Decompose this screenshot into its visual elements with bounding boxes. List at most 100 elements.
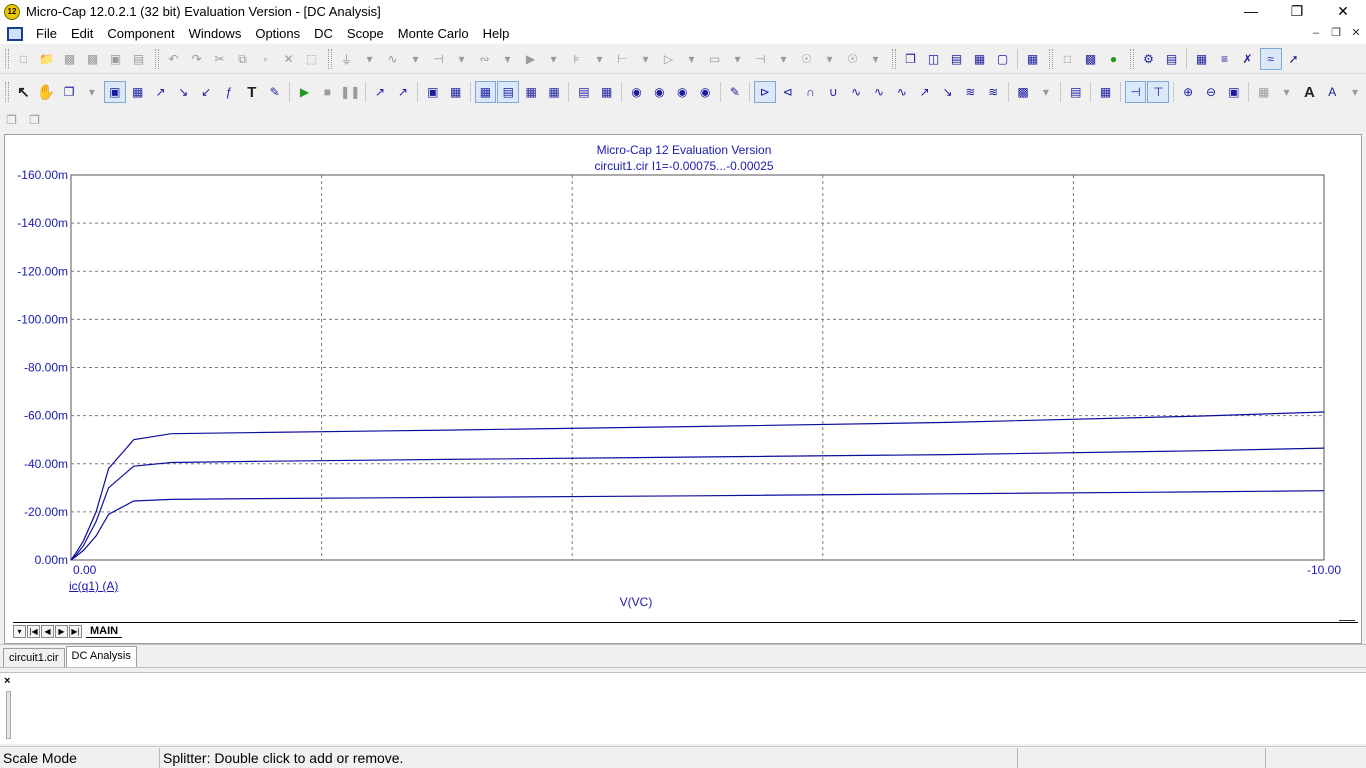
layout-grid-icon[interactable]: ▦ bbox=[1253, 81, 1275, 103]
dropdown-icon[interactable]: ▾ bbox=[497, 48, 519, 70]
toolbar-grip[interactable] bbox=[1130, 49, 1134, 69]
splitter-handle[interactable] bbox=[1339, 620, 1355, 621]
redo-icon[interactable]: ↷ bbox=[186, 48, 208, 70]
align-vertical-icon[interactable]: ⊤ bbox=[1147, 81, 1170, 103]
dropdown-icon[interactable]: ▾ bbox=[773, 48, 795, 70]
menu-edit[interactable]: Edit bbox=[64, 23, 100, 44]
menu-dc[interactable]: DC bbox=[307, 23, 340, 44]
numeric-output-icon[interactable]: ≡ bbox=[1214, 48, 1236, 70]
dropdown-icon[interactable]: ▾ bbox=[405, 48, 427, 70]
properties-icon[interactable]: ⚙ bbox=[1138, 48, 1160, 70]
cursor-fall-icon[interactable]: ↘ bbox=[937, 81, 959, 103]
edit-properties-icon[interactable]: ✎ bbox=[724, 81, 746, 103]
dropdown-icon[interactable]: ▾ bbox=[543, 48, 565, 70]
zoom-region-icon[interactable]: ◉ bbox=[671, 81, 693, 103]
mosfet-icon[interactable]: ⊢ bbox=[612, 48, 634, 70]
toolbar-grip[interactable] bbox=[328, 49, 332, 69]
zoom-window-icon[interactable]: ◉ bbox=[648, 81, 670, 103]
copy-plot-icon[interactable]: ❐ bbox=[1, 109, 23, 131]
inductor-icon[interactable]: ∾ bbox=[474, 48, 496, 70]
dropdown-icon[interactable]: ▾ bbox=[1276, 81, 1298, 103]
plot-area[interactable]: 0.00m -20.00m -40.00m -60.00m -80.00m -100.00… bbox=[5, 135, 1361, 621]
tools-icon[interactable]: ✗ bbox=[1237, 48, 1259, 70]
scale-mode-icon[interactable]: ▣ bbox=[103, 81, 126, 103]
toolbar-grip[interactable] bbox=[5, 82, 9, 102]
next-tab-button[interactable]: ▶ bbox=[55, 625, 68, 638]
opamp-icon[interactable]: ▷ bbox=[658, 48, 680, 70]
dropdown-icon[interactable]: ▾ bbox=[451, 48, 473, 70]
tile-vertical-icon[interactable]: ◫ bbox=[923, 48, 945, 70]
baseline-icon[interactable]: ▤ bbox=[573, 81, 595, 103]
last-tab-button[interactable]: ▶| bbox=[69, 625, 82, 638]
diode-icon[interactable]: ▶ bbox=[520, 48, 542, 70]
tab-menu-button[interactable]: ▾ bbox=[13, 625, 26, 638]
zoom-in-icon[interactable]: ⊕ bbox=[1177, 81, 1199, 103]
stepping-icon[interactable]: ➚ bbox=[1283, 48, 1305, 70]
toolbar-grip[interactable] bbox=[5, 49, 9, 69]
menu-monte-carlo[interactable]: Monte Carlo bbox=[391, 23, 476, 44]
page-icon[interactable]: □ bbox=[1057, 48, 1079, 70]
text-icon[interactable]: T bbox=[241, 81, 263, 103]
cursor-inflection-icon[interactable]: ∿ bbox=[845, 81, 867, 103]
print-preview-icon[interactable]: ▣ bbox=[105, 48, 127, 70]
menu-scope[interactable]: Scope bbox=[340, 23, 391, 44]
align-horizontal-icon[interactable]: ⊣ bbox=[1124, 81, 1147, 103]
data-points-icon[interactable]: ▣ bbox=[422, 81, 444, 103]
dropdown-icon[interactable]: ▾ bbox=[1344, 81, 1366, 103]
cursor-rise-icon[interactable]: ↗ bbox=[914, 81, 936, 103]
output-window-icon[interactable]: ▤ bbox=[1161, 48, 1183, 70]
previous-tab-button[interactable]: ◀ bbox=[41, 625, 54, 638]
horizontal-grid-icon[interactable]: ▦ bbox=[596, 81, 618, 103]
new-file-icon[interactable]: □ bbox=[13, 48, 35, 70]
cursor-global-high-icon[interactable]: ∿ bbox=[868, 81, 890, 103]
run-icon[interactable]: ▶ bbox=[294, 81, 316, 103]
zoom-reset-icon[interactable]: ▣ bbox=[1223, 81, 1245, 103]
open-file-icon[interactable]: 📁 bbox=[36, 48, 58, 70]
paste-icon[interactable]: ▫ bbox=[255, 48, 277, 70]
tab-circuit-file[interactable]: circuit1.cir bbox=[3, 648, 65, 667]
notes-icon[interactable]: ▤ bbox=[1065, 81, 1087, 103]
resistor-icon[interactable]: ∿ bbox=[382, 48, 404, 70]
dropdown-icon[interactable]: ▾ bbox=[635, 48, 657, 70]
calculator-small-icon[interactable]: ▦ bbox=[1095, 81, 1117, 103]
graphics-icon[interactable]: ❐ bbox=[58, 81, 80, 103]
print-icon[interactable]: ▤ bbox=[128, 48, 150, 70]
menu-windows[interactable]: Windows bbox=[182, 23, 249, 44]
clipboard-icon[interactable]: ▩ bbox=[1012, 81, 1034, 103]
ground-icon[interactable]: ⏚ bbox=[336, 48, 358, 70]
maximize-window-icon[interactable]: ▢ bbox=[992, 48, 1014, 70]
macro-icon[interactable]: ▭ bbox=[704, 48, 726, 70]
cursor-mode-icon[interactable]: ▦ bbox=[127, 81, 149, 103]
horizontal-tag-icon[interactable]: ↘ bbox=[172, 81, 194, 103]
formula-icon[interactable]: ƒ bbox=[218, 81, 240, 103]
close-button[interactable]: ✕ bbox=[1320, 0, 1366, 23]
clear-waveforms-icon[interactable]: ◉ bbox=[694, 81, 716, 103]
first-tab-button[interactable]: |◀ bbox=[27, 625, 40, 638]
cursor-slope-icon[interactable]: ≋ bbox=[959, 81, 981, 103]
mdi-restore-button[interactable]: ❐ bbox=[1326, 23, 1346, 44]
dropdown-icon[interactable]: ▾ bbox=[727, 48, 749, 70]
undo-icon[interactable]: ↶ bbox=[163, 48, 185, 70]
tab-main[interactable]: MAIN bbox=[86, 625, 123, 638]
mdi-close-button[interactable]: ✕ bbox=[1346, 23, 1366, 44]
save-icon[interactable]: ▩ bbox=[59, 48, 81, 70]
dropdown-icon[interactable]: ▾ bbox=[819, 48, 841, 70]
dropdown-icon[interactable]: ▾ bbox=[681, 48, 703, 70]
tile-horizontal-icon[interactable]: ▤ bbox=[946, 48, 968, 70]
cascade-windows-icon[interactable]: ❐ bbox=[900, 48, 922, 70]
document-window-icon[interactable] bbox=[7, 26, 23, 41]
close-pane-icon[interactable]: × bbox=[4, 675, 10, 687]
cursor-peak-icon[interactable]: ⊳ bbox=[753, 81, 776, 103]
delete-icon[interactable]: ✕ bbox=[278, 48, 300, 70]
cursor-high-icon[interactable]: ∩ bbox=[800, 81, 822, 103]
battery-icon[interactable]: ⊣ bbox=[750, 48, 772, 70]
font-style-icon[interactable]: A bbox=[1321, 81, 1343, 103]
y-expression-link[interactable]: ic(q1) (A) bbox=[69, 579, 118, 593]
restore-button[interactable]: ❐ bbox=[1274, 0, 1320, 23]
split-window-icon[interactable]: ▦ bbox=[969, 48, 991, 70]
cut-icon[interactable]: ✂ bbox=[209, 48, 231, 70]
grid-icon[interactable]: ▦ bbox=[474, 81, 497, 103]
plot-icon[interactable]: ≈ bbox=[1259, 48, 1282, 70]
minor-grid-icon[interactable]: ▤ bbox=[497, 81, 520, 103]
calculator-icon[interactable]: ▦ bbox=[1022, 48, 1044, 70]
